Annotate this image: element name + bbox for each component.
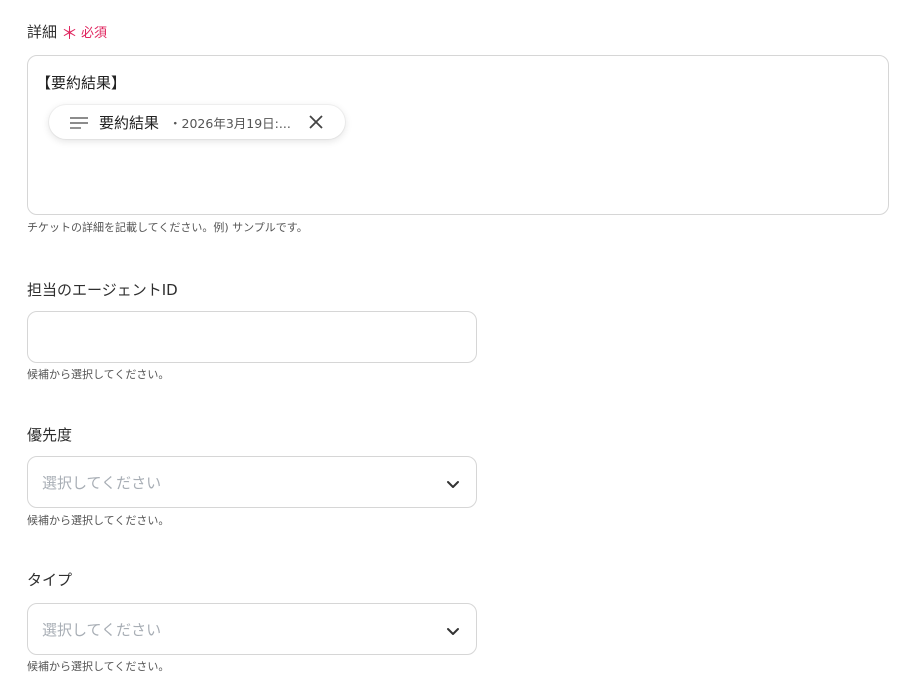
type-select[interactable]: 選択してください	[27, 603, 477, 655]
details-label: 詳細	[27, 23, 58, 41]
variable-chip[interactable]: 要約結果 ・2026年3月19日:...	[49, 105, 345, 139]
priority-placeholder: 選択してください	[42, 474, 162, 492]
priority-help: 候補から選択してください。	[27, 514, 170, 527]
chip-label: 要約結果	[99, 113, 160, 132]
type-help: 候補から選択してください。	[27, 660, 170, 673]
close-icon[interactable]	[307, 113, 325, 131]
agent-id-input[interactable]	[27, 311, 477, 363]
chevron-down-icon	[446, 623, 460, 637]
agent-help: 候補から選択してください。	[27, 368, 170, 381]
details-textarea[interactable]: 【要約結果】 要約結果 ・2026年3月19日:...	[27, 55, 889, 215]
priority-select[interactable]: 選択してください	[27, 456, 477, 508]
chip-meta: ・2026年3月19日:...	[169, 115, 291, 131]
priority-label: 優先度	[27, 426, 73, 444]
chevron-down-icon	[446, 476, 460, 490]
type-label: タイプ	[27, 571, 73, 589]
details-help: チケットの詳細を記載してください。例) サンプルです。	[27, 221, 308, 234]
required-star: ＊	[61, 24, 79, 44]
details-label-row: 詳細＊必須	[27, 22, 107, 44]
agent-label: 担当のエージェントID	[27, 281, 178, 299]
type-placeholder: 選択してください	[42, 621, 162, 639]
required-text: 必須	[81, 26, 108, 41]
text-lines-icon	[69, 115, 89, 129]
details-text-value: 【要約結果】	[36, 74, 127, 92]
